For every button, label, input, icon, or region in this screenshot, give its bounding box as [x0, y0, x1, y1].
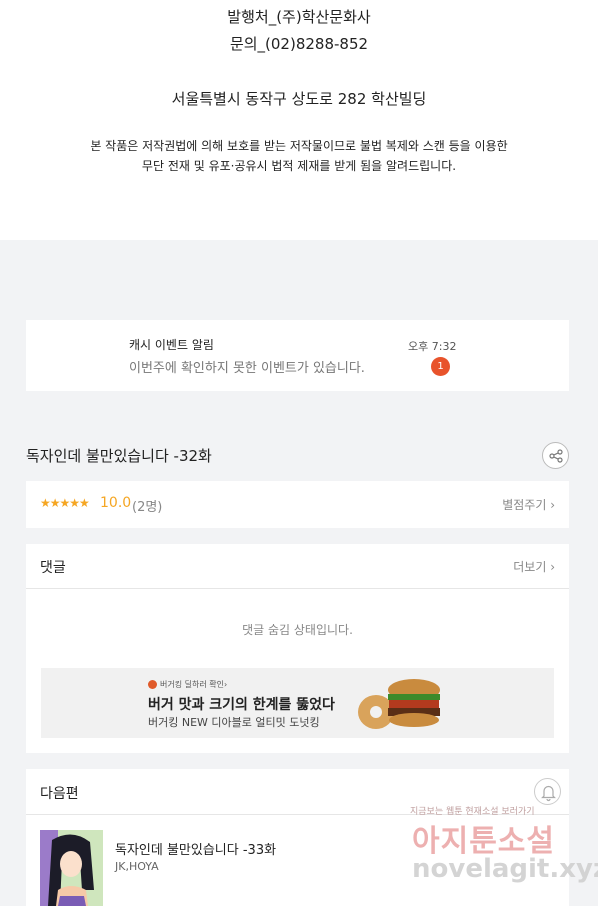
- publisher-info: 발행처_(주)학산문화사 문의_(02)8288-852 서울특별시 동작구 상…: [0, 0, 598, 240]
- comments-more-link[interactable]: 더보기 ›: [513, 558, 555, 575]
- notification-title: 캐시 이벤트 알림: [129, 338, 214, 352]
- comments-hidden-message: 댓글 숨김 상태입니다.: [242, 623, 353, 637]
- publisher-contact: 문의_(02)8288-852: [229, 35, 369, 53]
- burger-donut-image: [358, 679, 440, 729]
- episode-title: 독자인데 불만있습니다 -32화: [26, 447, 212, 465]
- next-episode-name[interactable]: 독자인데 불만있습니다 -33화: [115, 839, 276, 858]
- event-notification-card[interactable]: 캐시 이벤트 알림 이번주에 확인하지 못한 이벤트가 있습니다. 오후 7:3…: [26, 320, 569, 391]
- next-episode-title: 다음편: [40, 786, 79, 802]
- advertisement-banner[interactable]: 버거킹 딜하러 확인› 버거 맛과 크기의 한계를 뚫었다 버거킹 NEW 디아…: [41, 668, 554, 738]
- ad-subtext: 버거킹 NEW 디아블로 얼티밋 도넛킹: [148, 716, 320, 729]
- ad-small-link: 버거킹 딜하러 확인›: [160, 680, 228, 689]
- share-icon: [549, 449, 563, 463]
- next-episode-thumbnail[interactable]: [40, 830, 103, 906]
- comments-card: 댓글 더보기 › 댓글 숨김 상태입니다. 버거킹 딜하러 확인› 버거 맛과 …: [26, 544, 569, 753]
- star-rating-icon: ★★★★★: [40, 496, 90, 510]
- rate-button[interactable]: 별점주기 ›: [502, 496, 555, 513]
- copyright-notice-line1: 본 작품은 저작권법에 의해 보호를 받는 저작물이므로 불법 복제와 스캔 등…: [90, 139, 508, 153]
- notification-message: 이번주에 확인하지 못한 이벤트가 있습니다.: [129, 361, 365, 376]
- next-episode-author: JK,HOYA: [115, 860, 159, 873]
- notification-time: 오후 7:32: [408, 340, 457, 353]
- bell-icon: [541, 785, 556, 802]
- copyright-notice-line2: 무단 전재 및 유포·공유시 법적 제재를 받게 됨을 알려드립니다.: [141, 159, 457, 173]
- comments-header: 댓글 더보기 ›: [26, 544, 569, 589]
- rating-score: 10.0: [100, 495, 132, 511]
- site-watermark: 지금보는 웹툰 현재소설 보러가기 아지툰소설 novelagit.xyz: [410, 804, 598, 890]
- ad-headline: 버거 맛과 크기의 한계를 뚫었다: [148, 697, 335, 713]
- share-button[interactable]: [542, 442, 569, 469]
- rating-card: ★★★★★ 10.0 (2명) 별점주기 ›: [26, 481, 569, 528]
- notification-count-badge: 1: [431, 357, 450, 376]
- notification-bell-button[interactable]: [534, 778, 561, 805]
- webtoon-thumbnail-image: [40, 830, 103, 906]
- publisher-address: 서울특별시 동작구 상도로 282 학산빌딩: [171, 90, 427, 108]
- watermark-url: novelagit.xyz: [412, 854, 598, 884]
- publisher-name: 발행처_(주)학산문화사: [227, 8, 371, 26]
- rating-count: (2명): [132, 500, 163, 515]
- comments-title: 댓글: [40, 560, 66, 576]
